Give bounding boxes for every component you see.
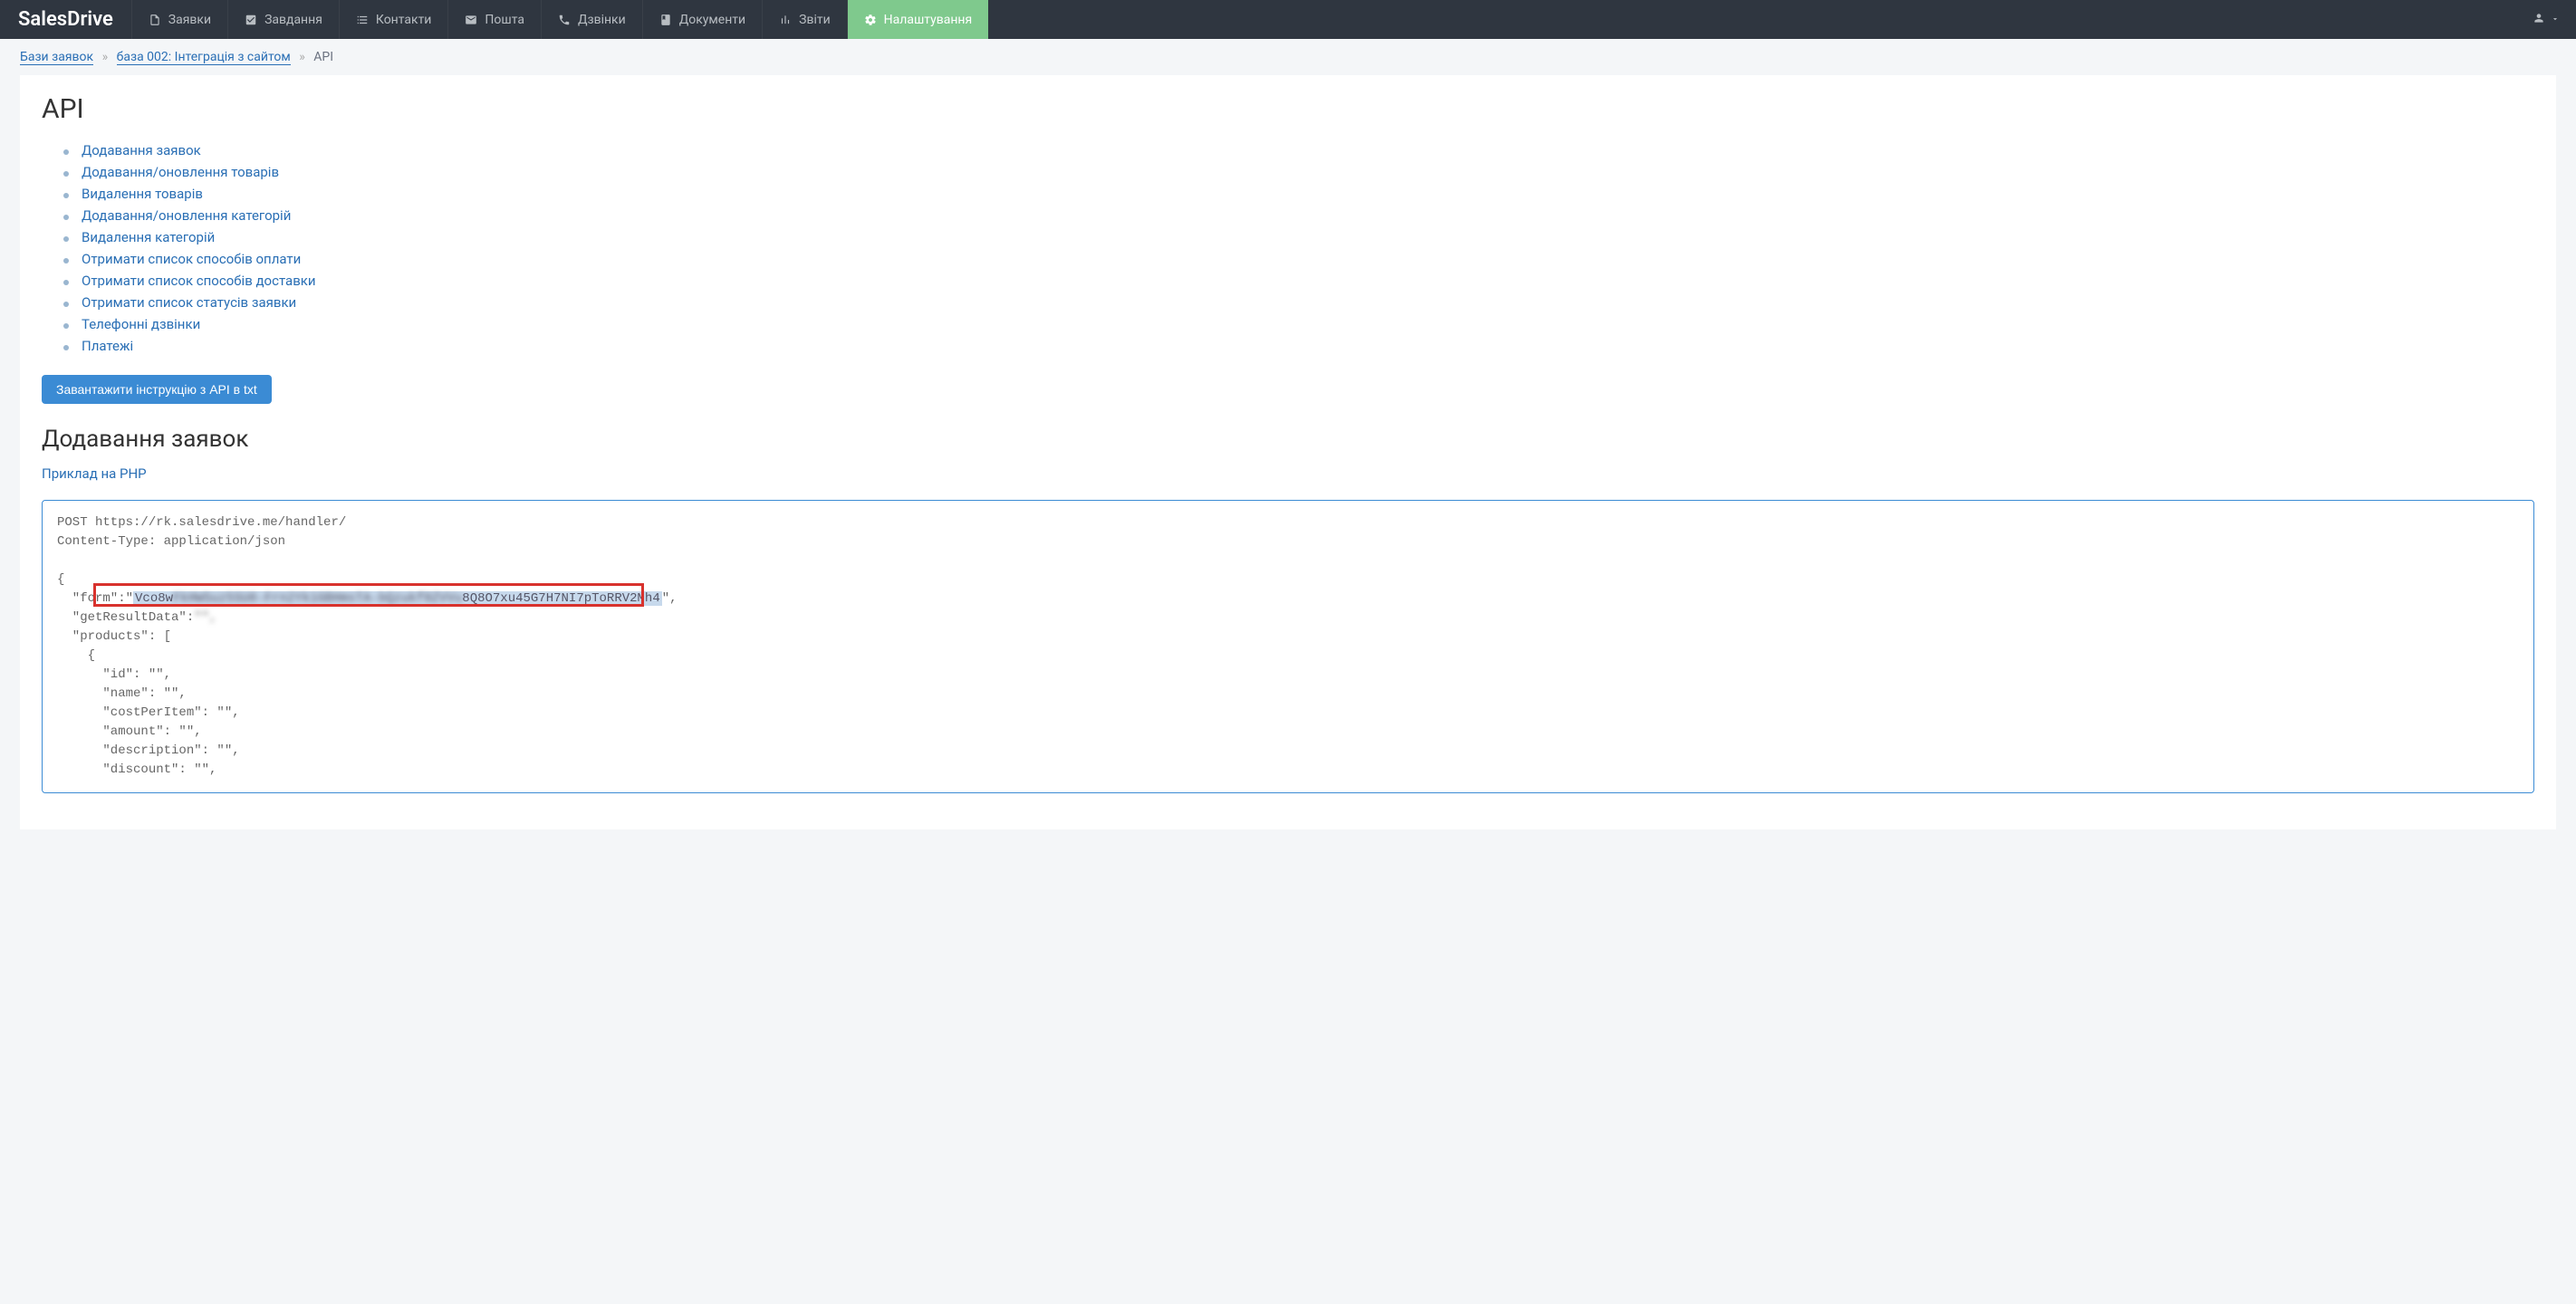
toc-item: Додавання заявок xyxy=(63,139,2534,161)
code-line: "id": "", xyxy=(57,667,171,682)
chart-icon xyxy=(779,14,792,26)
token-suffix: 8Q8O7xu45G7H7NI7pToRRV2Mh4 xyxy=(462,591,659,606)
toc-item: Платежі xyxy=(63,335,2534,357)
code-line: "getResultData":"", xyxy=(57,610,216,625)
toc-item: Видалення товарів xyxy=(63,183,2534,205)
book-icon xyxy=(659,14,672,26)
php-example-link[interactable]: Приклад на PHP xyxy=(42,465,147,482)
code-line: { xyxy=(57,572,64,587)
nav-label: Звіти xyxy=(799,13,831,27)
nav-calls[interactable]: Дзвінки xyxy=(541,0,642,39)
page-title: API xyxy=(42,93,2534,125)
user-menu[interactable] xyxy=(2516,12,2576,28)
main-nav: Заявки Завдання Контакти Пошта Дзвінки Д… xyxy=(131,0,2516,39)
code-line: { xyxy=(57,648,95,663)
code-block[interactable]: POST https://rk.salesdrive.me/handler/ C… xyxy=(42,500,2534,793)
code-line: "products": [ xyxy=(57,629,171,644)
phone-icon xyxy=(558,14,571,26)
toc-link[interactable]: Платежі xyxy=(82,338,133,354)
token-blurred: FkHWSuz5SU0-Frn2Yk1GBHmsTA-bQzukf0ZVVu xyxy=(173,591,462,606)
toc-link[interactable]: Отримати список способів оплати xyxy=(82,251,301,267)
toc-item: Телефонні дзвінки xyxy=(63,313,2534,335)
file-icon xyxy=(149,14,161,26)
download-instruction-button[interactable]: Завантажити інструкцію з API в txt xyxy=(42,375,272,404)
nav-label: Заявки xyxy=(168,13,211,27)
breadcrumb-root[interactable]: Бази заявок xyxy=(20,50,93,65)
toc-link[interactable]: Телефонні дзвінки xyxy=(82,316,200,332)
mail-icon xyxy=(465,14,477,26)
nav-label: Завдання xyxy=(264,13,322,27)
nav-label: Пошта xyxy=(485,13,524,27)
code-line: "name": "", xyxy=(57,686,187,701)
breadcrumb-current: API xyxy=(313,50,333,64)
logo: SalesDrive xyxy=(0,0,131,39)
toc-item: Отримати список статусів заявки xyxy=(63,292,2534,313)
user-icon xyxy=(2533,12,2545,28)
toc-link[interactable]: Отримати список способів доставки xyxy=(82,273,316,289)
code-text: ", xyxy=(662,591,678,606)
code-line: "costPerItem": "", xyxy=(57,705,240,720)
toc-link[interactable]: Додавання/оновлення товарів xyxy=(82,164,279,180)
toc-item: Додавання/оновлення товарів xyxy=(63,161,2534,183)
nav-label: Налаштування xyxy=(884,13,973,27)
nav-mail[interactable]: Пошта xyxy=(447,0,541,39)
nav-contacts[interactable]: Контакти xyxy=(339,0,448,39)
toc-item: Отримати список способів доставки xyxy=(63,270,2534,292)
nav-documents[interactable]: Документи xyxy=(642,0,762,39)
code-line: Content-Type: application/json xyxy=(57,534,285,549)
nav-reports[interactable]: Звіти xyxy=(762,0,847,39)
table-of-contents: Додавання заявок Додавання/оновлення тов… xyxy=(63,139,2534,357)
breadcrumb-parent[interactable]: база 002: Інтеграція з сайтом xyxy=(117,50,291,65)
nav-label: Контакти xyxy=(376,13,432,27)
toc-item: Видалення категорій xyxy=(63,226,2534,248)
toc-link[interactable]: Видалення товарів xyxy=(82,186,203,202)
code-line: "description": "", xyxy=(57,743,240,758)
toc-item: Додавання/оновлення категорій xyxy=(63,205,2534,226)
section-title: Додавання заявок xyxy=(42,426,2534,453)
nav-label: Дзвінки xyxy=(578,13,626,27)
breadcrumb-separator: » xyxy=(299,50,305,64)
code-line: "amount": "", xyxy=(57,724,202,739)
toc-link[interactable]: Додавання/оновлення категорій xyxy=(82,207,291,224)
topbar: SalesDrive Заявки Завдання Контакти Пошт… xyxy=(0,0,2576,39)
code-line: "discount": "", xyxy=(57,762,216,777)
code-line: POST https://rk.salesdrive.me/handler/ xyxy=(57,515,346,530)
chevron-down-icon xyxy=(2551,13,2560,27)
toc-link[interactable]: Видалення категорій xyxy=(82,229,215,245)
list-icon xyxy=(356,14,369,26)
toc-link[interactable]: Додавання заявок xyxy=(82,142,201,158)
toc-item: Отримати список способів оплати xyxy=(63,248,2534,270)
nav-settings[interactable]: Налаштування xyxy=(847,0,989,39)
main-panel: API Додавання заявок Додавання/оновлення… xyxy=(20,75,2556,829)
form-token-highlight: Vco8wFkHWSuz5SU0-Frn2Yk1GBHmsTA-bQzukf0Z… xyxy=(133,591,662,606)
code-form-key: "form":" xyxy=(57,591,133,606)
breadcrumbs: Бази заявок » база 002: Інтеграція з сай… xyxy=(0,39,2576,75)
nav-requests[interactable]: Заявки xyxy=(131,0,227,39)
token-prefix: Vco8w xyxy=(135,591,173,606)
breadcrumb-separator: » xyxy=(102,50,109,64)
nav-tasks[interactable]: Завдання xyxy=(227,0,339,39)
gear-icon xyxy=(864,14,877,26)
toc-link[interactable]: Отримати список статусів заявки xyxy=(82,294,296,311)
check-icon xyxy=(245,14,257,26)
nav-label: Документи xyxy=(679,13,745,27)
